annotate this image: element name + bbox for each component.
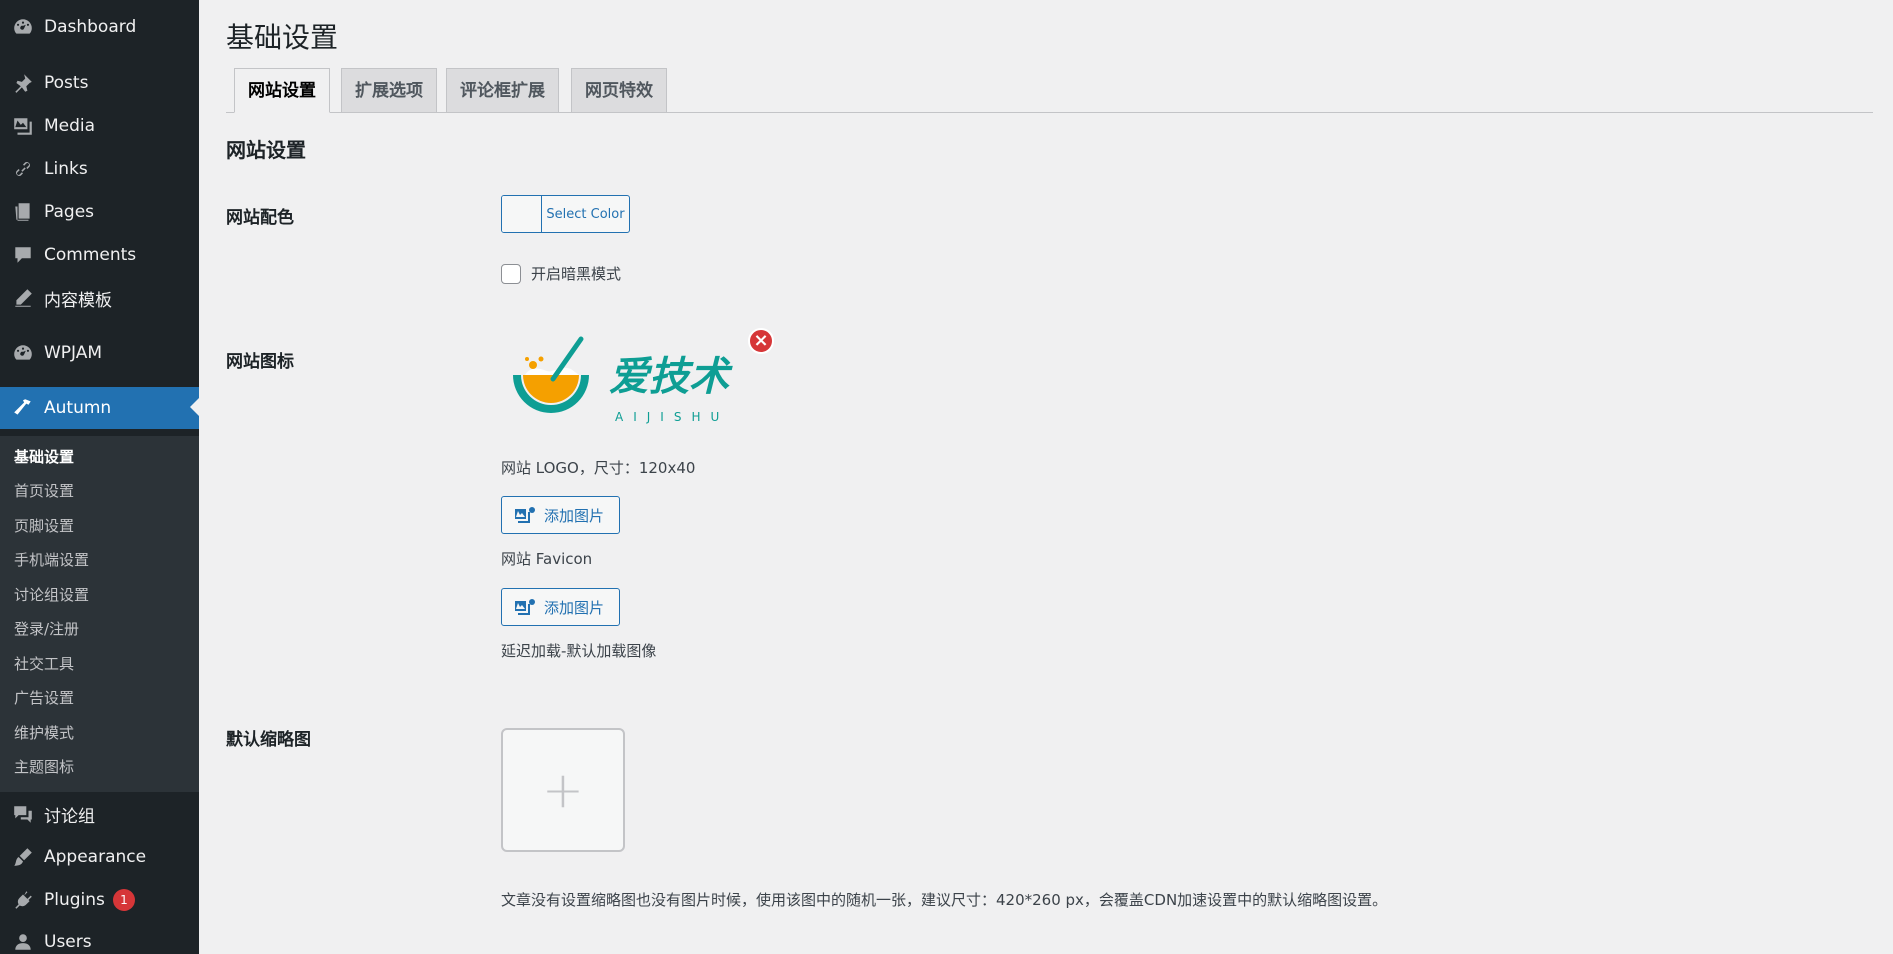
submenu-item-group-settings[interactable]: 讨论组设置 xyxy=(14,584,89,605)
add-favicon-image-button[interactable]: 添加图片 xyxy=(501,588,620,626)
logo-help-text: 网站 LOGO，尺寸：120x40 xyxy=(501,459,696,477)
update-count-badge: 1 xyxy=(112,889,135,911)
section-title: 网站设置 xyxy=(226,138,306,162)
menu-label: 内容模板 xyxy=(44,290,112,311)
menu-label: Appearance xyxy=(44,847,147,867)
user-icon xyxy=(8,930,38,954)
menu-wpjam[interactable]: WPJAM xyxy=(0,333,199,373)
menu-appearance[interactable]: Appearance xyxy=(0,837,199,877)
edit-icon xyxy=(8,286,38,310)
remove-logo-icon[interactable]: × xyxy=(748,328,774,354)
pages-icon xyxy=(8,200,38,224)
favicon-label: 网站 Favicon xyxy=(501,550,593,568)
menu-label: Pages xyxy=(44,202,95,222)
menu-links[interactable]: Links xyxy=(0,149,199,189)
menu-users[interactable]: Users xyxy=(0,922,199,954)
menu-dashboard[interactable]: Dashboard xyxy=(0,7,199,47)
add-media-icon xyxy=(514,505,536,525)
lazy-load-label: 延迟加载-默认加载图像 xyxy=(501,642,657,660)
submenu-item-social-tools[interactable]: 社交工具 xyxy=(14,653,74,674)
menu-label: Users xyxy=(44,932,92,952)
add-image-label: 添加图片 xyxy=(544,598,605,617)
menu-label: Comments xyxy=(44,245,137,265)
menu-comments[interactable]: Comments xyxy=(0,235,199,275)
pin-icon xyxy=(8,71,38,95)
menu-label: Media xyxy=(44,116,96,136)
menu-posts[interactable]: Posts xyxy=(0,63,199,103)
select-color-label: Select Color xyxy=(546,206,625,222)
color-field-label: 网站配色 xyxy=(226,208,294,228)
menu-label: Posts xyxy=(44,73,89,93)
menu-plugins[interactable]: Plugins 1 xyxy=(0,880,199,920)
submenu-item-ad-settings[interactable]: 广告设置 xyxy=(14,687,74,708)
main-content: 基础设置 网站设置 扩展选项 评论框扩展 网页特效 网站设置 网站配色 Sele… xyxy=(199,0,1893,954)
hammer-icon xyxy=(8,396,38,420)
comment-icon xyxy=(8,243,38,267)
thumbnail-help-text: 文章没有设置缩略图也没有图片时候，使用该图中的随机一张，建议尺寸：420*260… xyxy=(501,891,1388,909)
link-icon xyxy=(8,157,38,181)
autumn-submenu: 基础设置 首页设置 页脚设置 手机端设置 讨论组设置 登录/注册 社交工具 广告… xyxy=(0,436,199,792)
dark-mode-label: 开启暗黑模式 xyxy=(531,265,622,283)
submenu-item-mobile-settings[interactable]: 手机端设置 xyxy=(14,549,89,570)
tab-extensions[interactable]: 扩展选项 xyxy=(341,68,437,113)
plugin-icon xyxy=(8,888,38,912)
media-icon xyxy=(8,114,38,138)
menu-label: 讨论组 xyxy=(44,806,95,827)
menu-autumn[interactable]: Autumn xyxy=(0,387,199,429)
menu-label: Autumn xyxy=(44,398,112,418)
site-logo-preview: 爱技术 AIJISHU xyxy=(501,335,741,435)
tab-page-effects[interactable]: 网页特效 xyxy=(571,68,667,113)
plus-icon: + xyxy=(542,761,584,819)
icon-field-label: 网站图标 xyxy=(226,352,294,372)
brush-icon xyxy=(8,845,38,869)
thumbnail-field-label: 默认缩略图 xyxy=(226,730,311,750)
svg-text:AIJISHU: AIJISHU xyxy=(615,410,729,424)
submenu-item-maintenance[interactable]: 维护模式 xyxy=(14,722,74,743)
settings-tabs: 网站设置 扩展选项 评论框扩展 网页特效 xyxy=(226,68,1873,113)
tab-site-settings[interactable]: 网站设置 xyxy=(234,68,330,113)
add-logo-image-button[interactable]: 添加图片 xyxy=(501,496,620,534)
add-thumbnail-button[interactable]: + xyxy=(501,728,625,852)
submenu-item-login[interactable]: 登录/注册 xyxy=(14,618,79,639)
dark-mode-option[interactable]: 开启暗黑模式 xyxy=(501,263,621,284)
menu-pages[interactable]: Pages xyxy=(0,192,199,232)
tab-comment-box[interactable]: 评论框扩展 xyxy=(446,68,559,113)
dark-mode-checkbox[interactable] xyxy=(501,263,521,284)
add-image-label: 添加图片 xyxy=(544,506,605,525)
select-color-button[interactable]: Select Color xyxy=(501,195,630,233)
menu-label: Dashboard xyxy=(44,17,137,37)
svg-text:爱技术: 爱技术 xyxy=(609,354,733,400)
logo-image: 爱技术 AIJISHU xyxy=(513,336,733,424)
page-title: 基础设置 xyxy=(226,21,339,54)
menu-label: Links xyxy=(44,159,88,179)
menu-content-templates[interactable]: 内容模板 xyxy=(0,278,199,318)
color-swatch xyxy=(502,196,542,232)
dashboard-icon xyxy=(8,15,38,39)
menu-label: WPJAM xyxy=(44,343,103,363)
dashboard-icon xyxy=(8,341,38,365)
menu-groups[interactable]: 讨论组 xyxy=(0,794,199,834)
submenu-item-footer-settings[interactable]: 页脚设置 xyxy=(14,515,74,536)
submenu-item-basic-settings[interactable]: 基础设置 xyxy=(14,446,74,467)
menu-label: Plugins xyxy=(44,890,105,910)
groups-icon xyxy=(8,802,38,826)
submenu-item-home-settings[interactable]: 首页设置 xyxy=(14,480,74,501)
add-media-icon xyxy=(514,597,536,617)
menu-media[interactable]: Media xyxy=(0,106,199,146)
submenu-item-theme-icons[interactable]: 主题图标 xyxy=(14,756,74,777)
admin-sidebar: Dashboard Posts Media Links Pages Commen… xyxy=(0,0,199,954)
